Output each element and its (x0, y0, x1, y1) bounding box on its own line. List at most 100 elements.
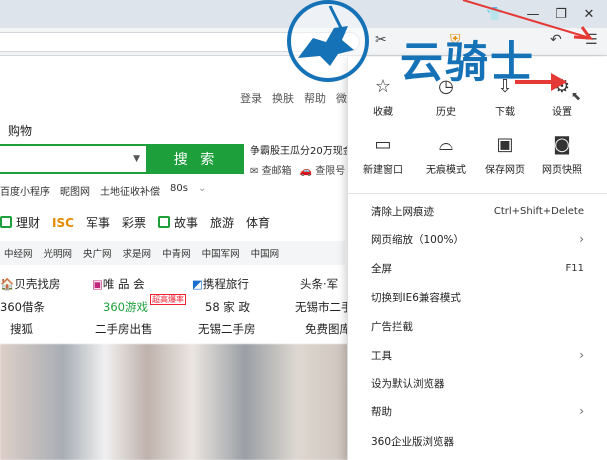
site-link[interactable]: 360游戏 (103, 299, 148, 315)
category-travel[interactable]: 旅游 (210, 214, 234, 231)
news-link[interactable]: 中国网 (251, 246, 280, 260)
category-label: 理财 (16, 216, 41, 230)
menu-label: 历史 (436, 107, 456, 118)
menu-label: 下载 (495, 107, 515, 118)
help-link[interactable]: 帮助 (304, 90, 326, 106)
site-label: 唯 品 会 (102, 277, 145, 291)
menu-item-label: 工具 (371, 349, 392, 362)
menu-shortcut: F11 (565, 262, 584, 274)
site-link[interactable]: 二手房出售 (95, 321, 153, 337)
news-link[interactable]: 中青网 (162, 246, 191, 260)
menu-label: 设置 (552, 107, 572, 118)
category-label: 故事 (173, 216, 198, 230)
chevron-down-icon[interactable]: ⌄ (198, 183, 206, 198)
menu-snapshot[interactable]: ◙ 网页快照 (532, 132, 592, 176)
menu-label: 网页快照 (542, 165, 582, 176)
hot-badge-label: 超高爆率 (150, 294, 186, 305)
weibo-link[interactable]: 微 (336, 90, 347, 106)
category-military[interactable]: 军事 (86, 214, 110, 231)
window-icon: ▭ (374, 134, 392, 155)
save-icon: ▣ (496, 134, 514, 155)
promo-links: ✉ 查邮箱 🚗 查限号 (250, 162, 345, 177)
hot-badge: 超高爆率 (150, 293, 186, 307)
news-link[interactable]: 求是网 (123, 246, 152, 260)
site-link[interactable]: 58 家 政 (205, 299, 250, 315)
site-link[interactable]: 头条·军 (300, 276, 338, 292)
site-link[interactable]: 无锡二手房 (198, 321, 256, 337)
search-button[interactable]: 搜 索 (148, 144, 244, 174)
menu-item-label: 设为默认浏览器 (371, 377, 445, 390)
blurred-images (0, 344, 350, 460)
quick-link[interactable]: 昵图网 (60, 183, 90, 198)
category-story[interactable]: 故事 (157, 214, 198, 231)
category-lottery[interactable]: 彩票 (122, 214, 146, 231)
category-finance[interactable]: 理财 (0, 214, 40, 231)
menu-label: 收藏 (373, 107, 393, 118)
cursor-icon: ⬉ (571, 89, 582, 103)
chevron-right-icon: › (579, 232, 584, 246)
pointer-arrow-icon (515, 73, 567, 91)
category-sports[interactable]: 体育 (246, 214, 270, 231)
search-input[interactable]: ▼ (0, 144, 148, 174)
quick-links: 百度小程序 昵图网 土地征收补偿 80s ⌄ (0, 183, 206, 198)
site-link[interactable]: ▣唯 品 会 (92, 276, 145, 292)
menu-label: 无痕模式 (426, 165, 466, 176)
skin-link[interactable]: 换肤 (272, 90, 294, 106)
menu-item-default-browser[interactable]: 设为默认浏览器 (348, 369, 607, 397)
menu-item-label: 360企业版浏览器 (371, 435, 455, 448)
check-plate-label: 查限号 (315, 166, 346, 177)
menu-item-adblock[interactable]: 广告拦截 (348, 312, 607, 340)
browser-menu: ☆ 收藏 ◷ 历史 ⇩ 下载 ⚙ 设置 ▭ 新建窗口 ⌓ 无痕模式 ▣ 保存网页 ◙ 网页快照 … (347, 57, 607, 460)
menu-item-help[interactable]: 帮助 › (348, 397, 607, 425)
menu-item-label: 帮助 (371, 405, 392, 418)
check-mail-label: 查邮箱 (261, 166, 292, 177)
menu-item-label: 全屏 (371, 262, 392, 275)
check-plate-link[interactable]: 🚗 查限号 (300, 162, 346, 177)
news-link[interactable]: 中国军网 (202, 246, 240, 260)
site-link[interactable]: 免费图库 (305, 321, 351, 337)
quick-link[interactable]: 百度小程序 (0, 183, 50, 198)
site-link[interactable]: ◩携程旅行 (192, 276, 249, 292)
menu-item-tools[interactable]: 工具 › (348, 341, 607, 369)
site-link[interactable]: 无锡市二手 (295, 299, 353, 315)
menu-item-zoom[interactable]: 网页缩放（100%） › (348, 225, 607, 253)
menu-item-enterprise[interactable]: 360企业版浏览器 (348, 427, 607, 455)
site-label: 携程旅行 (202, 277, 249, 291)
menu-shortcut: Ctrl+Shift+Delete (493, 205, 584, 217)
news-link[interactable]: 光明网 (44, 246, 73, 260)
top-links: 登录 换肤 帮助 微 (240, 90, 347, 106)
check-mail-link[interactable]: ✉ 查邮箱 (250, 162, 292, 177)
menu-new-window[interactable]: ▭ 新建窗口 (353, 132, 413, 176)
camera-icon: ◙ (553, 134, 571, 155)
site-link[interactable]: 🏠贝壳找房 (0, 276, 60, 292)
chevron-right-icon: › (579, 404, 584, 418)
chevron-down-icon[interactable]: ▼ (133, 154, 140, 164)
news-link-bar: 中经网 光明网 央广网 求是网 中青网 中国军网 中国网 (0, 241, 345, 265)
menu-incognito[interactable]: ⌓ 无痕模式 (416, 132, 476, 176)
chevron-right-icon: › (579, 348, 584, 362)
menu-item-clear-history[interactable]: 清除上网痕迹 Ctrl+Shift+Delete (348, 197, 607, 225)
incognito-icon: ⌓ (438, 134, 454, 155)
news-link[interactable]: 中经网 (4, 246, 33, 260)
news-link[interactable]: 央广网 (83, 246, 112, 260)
menu-save-page[interactable]: ▣ 保存网页 (475, 132, 535, 176)
category-row: 理财 ISC 军事 彩票 故事 旅游 体育 (0, 214, 270, 231)
menu-item-label: 清除上网痕迹 (371, 205, 434, 218)
category-isc[interactable]: ISC (52, 216, 74, 230)
site-link[interactable]: 搜狐 (10, 321, 33, 337)
menu-item-fullscreen[interactable]: 全屏 F11 (348, 254, 607, 282)
menu-item-ie6-mode[interactable]: 切换到IE6兼容模式 (348, 283, 607, 311)
quick-link[interactable]: 80s (170, 183, 188, 198)
menu-item-label: 切换到IE6兼容模式 (371, 291, 461, 304)
quick-link[interactable]: 土地征收补偿 (100, 183, 160, 198)
menu-item-label: 广告拦截 (371, 320, 413, 333)
login-link[interactable]: 登录 (240, 90, 262, 106)
site-link[interactable]: 360借条 (0, 299, 45, 315)
menu-label: 新建窗口 (363, 165, 403, 176)
tab-shopping[interactable]: 购物 (8, 122, 32, 139)
menu-divider (348, 193, 607, 194)
promo-link[interactable]: 争霸股王瓜分20万现金 (250, 142, 353, 157)
story-icon (157, 216, 170, 228)
menu-label: 保存网页 (485, 165, 525, 176)
menu-item-label: 网页缩放（100%） (371, 233, 465, 246)
